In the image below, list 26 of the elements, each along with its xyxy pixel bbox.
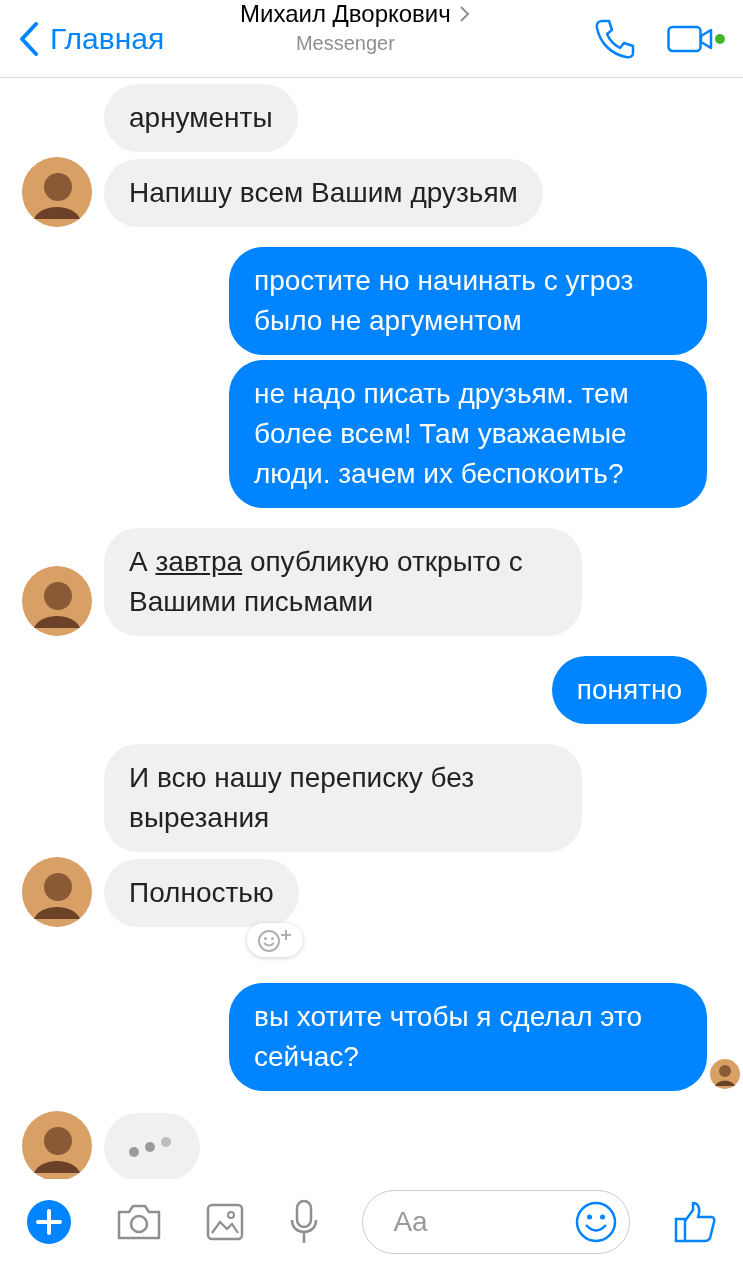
image-icon[interactable] [205, 1202, 246, 1242]
back-chevron-icon [18, 20, 40, 57]
plus-icon[interactable] [26, 1199, 72, 1245]
contact-name[interactable]: Михаил Дворкович [240, 0, 451, 28]
avatar[interactable] [22, 1111, 92, 1179]
thumbs-up-icon[interactable] [672, 1200, 717, 1244]
chevron-icon [458, 5, 471, 23]
seen-avatar [710, 1059, 740, 1089]
received-message[interactable]: арнументы [104, 84, 298, 152]
back-button[interactable]: Главная [18, 20, 165, 57]
video-camera-icon[interactable] [667, 24, 713, 53]
avatar[interactable] [22, 157, 92, 227]
add-reaction-button[interactable] [246, 923, 303, 957]
subtitle: Messenger [295, 32, 395, 55]
message-input[interactable]: Aa [362, 1190, 631, 1254]
received-message[interactable]: Напишу всем Вашим друзьям [104, 159, 543, 227]
emoji-icon[interactable] [574, 1200, 619, 1244]
received-message[interactable]: А завтра опубликую открыто с Вашими письмами [104, 528, 582, 636]
avatar[interactable] [22, 566, 92, 636]
sent-message[interactable]: не надо писать друзьям. тем более всем! Там уважаемые люди. зачем их беспокоить? [229, 360, 707, 508]
sent-message[interactable]: понятно [551, 656, 707, 724]
avatar[interactable] [22, 857, 92, 927]
sent-message[interactable]: простите но начинать с угроз было не аргументом [229, 247, 707, 355]
received-message[interactable]: И всю нашу переписку без вырезания [104, 744, 582, 852]
received-message[interactable]: Полностью [104, 859, 299, 927]
sent-message[interactable]: вы хотите чтобы я сделал это сейчас? [229, 983, 707, 1091]
